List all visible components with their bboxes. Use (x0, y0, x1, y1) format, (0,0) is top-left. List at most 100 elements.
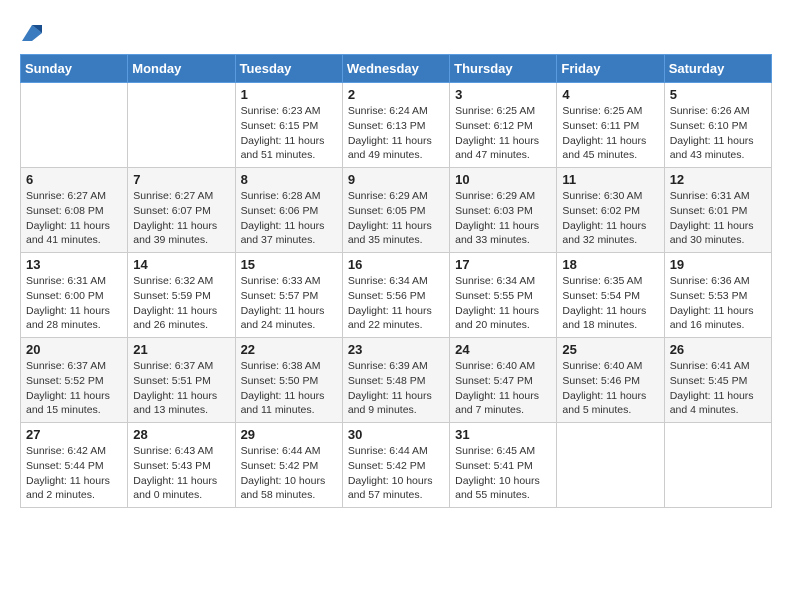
day-info: Sunrise: 6:39 AM Sunset: 5:48 PM Dayligh… (348, 359, 444, 418)
day-number: 28 (133, 427, 229, 442)
day-info: Sunrise: 6:36 AM Sunset: 5:53 PM Dayligh… (670, 274, 766, 333)
calendar-header-row: SundayMondayTuesdayWednesdayThursdayFrid… (21, 55, 772, 83)
day-number: 9 (348, 172, 444, 187)
calendar-cell: 3 Sunrise: 6:25 AM Sunset: 6:12 PM Daylig… (450, 83, 557, 168)
day-info: Sunrise: 6:40 AM Sunset: 5:47 PM Dayligh… (455, 359, 551, 418)
calendar-cell: 13Sunrise: 6:31 AM Sunset: 6:00 PM Dayli… (21, 253, 128, 338)
day-number: 12 (670, 172, 766, 187)
day-info: Sunrise: 6:41 AM Sunset: 5:45 PM Dayligh… (670, 359, 766, 418)
calendar-week-row: 20 Sunrise: 6:37 AM Sunset: 5:52 PM Dayli… (21, 338, 772, 423)
calendar-cell: 2Sunrise: 6:24 AM Sunset: 6:13 PM Daylig… (342, 83, 449, 168)
calendar-day-header: Monday (128, 55, 235, 83)
day-info: Sunrise: 6:25 AM Sunset: 6:11 PM Dayligh… (562, 104, 658, 163)
day-info: Sunrise: 6:27 AM Sunset: 6:07 PM Dayligh… (133, 189, 229, 248)
calendar-cell: 12 Sunrise: 6:31 AM Sunset: 6:01 PM Dayli… (664, 168, 771, 253)
day-number: 30 (348, 427, 444, 442)
calendar-cell: 18 Sunrise: 6:35 AM Sunset: 5:54 PM Dayli… (557, 253, 664, 338)
day-info: Sunrise: 6:44 AM Sunset: 5:42 PM Dayligh… (348, 444, 444, 503)
day-info: Sunrise: 6:42 AM Sunset: 5:44 PM Dayligh… (26, 444, 122, 503)
calendar-cell: 10 Sunrise: 6:29 AM Sunset: 6:03 PM Dayli… (450, 168, 557, 253)
logo-text (20, 20, 42, 44)
calendar-week-row: 1 Sunrise: 6:23 AM Sunset: 6:15 PM Daylig… (21, 83, 772, 168)
calendar-cell: 17 Sunrise: 6:34 AM Sunset: 5:55 PM Dayli… (450, 253, 557, 338)
day-info: Sunrise: 6:34 AM Sunset: 5:56 PM Dayligh… (348, 274, 444, 333)
calendar-cell: 8 Sunrise: 6:28 AM Sunset: 6:06 PM Daylig… (235, 168, 342, 253)
day-info: Sunrise: 6:23 AM Sunset: 6:15 PM Dayligh… (241, 104, 337, 163)
day-info: Sunrise: 6:26 AM Sunset: 6:10 PM Dayligh… (670, 104, 766, 163)
day-number: 6 (26, 172, 122, 187)
calendar-day-header: Sunday (21, 55, 128, 83)
calendar-cell: 30 Sunrise: 6:44 AM Sunset: 5:42 PM Dayli… (342, 423, 449, 508)
calendar-cell (128, 83, 235, 168)
day-number: 8 (241, 172, 337, 187)
calendar-cell: 4 Sunrise: 6:25 AM Sunset: 6:11 PM Daylig… (557, 83, 664, 168)
day-number: 31 (455, 427, 551, 442)
day-number: 5 (670, 87, 766, 102)
day-number: 27 (26, 427, 122, 442)
calendar-cell (557, 423, 664, 508)
day-number: 25 (562, 342, 658, 357)
calendar-cell: 24 Sunrise: 6:40 AM Sunset: 5:47 PM Dayli… (450, 338, 557, 423)
day-number: 18 (562, 257, 658, 272)
day-info: Sunrise: 6:37 AM Sunset: 5:51 PM Dayligh… (133, 359, 229, 418)
day-number: 14 (133, 257, 229, 272)
calendar-cell: 14 Sunrise: 6:32 AM Sunset: 5:59 PM Dayli… (128, 253, 235, 338)
calendar-cell: 1 Sunrise: 6:23 AM Sunset: 6:15 PM Daylig… (235, 83, 342, 168)
calendar-cell: 7 Sunrise: 6:27 AM Sunset: 6:07 PM Daylig… (128, 168, 235, 253)
logo (20, 20, 42, 44)
day-info: Sunrise: 6:37 AM Sunset: 5:52 PM Dayligh… (26, 359, 122, 418)
day-number: 10 (455, 172, 551, 187)
calendar-cell: 9Sunrise: 6:29 AM Sunset: 6:05 PM Daylig… (342, 168, 449, 253)
day-info: Sunrise: 6:45 AM Sunset: 5:41 PM Dayligh… (455, 444, 551, 503)
day-number: 16 (348, 257, 444, 272)
calendar-week-row: 13Sunrise: 6:31 AM Sunset: 6:00 PM Dayli… (21, 253, 772, 338)
day-info: Sunrise: 6:28 AM Sunset: 6:06 PM Dayligh… (241, 189, 337, 248)
day-info: Sunrise: 6:34 AM Sunset: 5:55 PM Dayligh… (455, 274, 551, 333)
page-header (20, 20, 772, 44)
calendar-cell: 5 Sunrise: 6:26 AM Sunset: 6:10 PM Daylig… (664, 83, 771, 168)
day-info: Sunrise: 6:32 AM Sunset: 5:59 PM Dayligh… (133, 274, 229, 333)
day-info: Sunrise: 6:29 AM Sunset: 6:03 PM Dayligh… (455, 189, 551, 248)
day-number: 20 (26, 342, 122, 357)
calendar-cell: 23Sunrise: 6:39 AM Sunset: 5:48 PM Dayli… (342, 338, 449, 423)
day-number: 22 (241, 342, 337, 357)
day-number: 7 (133, 172, 229, 187)
day-info: Sunrise: 6:27 AM Sunset: 6:08 PM Dayligh… (26, 189, 122, 248)
day-info: Sunrise: 6:43 AM Sunset: 5:43 PM Dayligh… (133, 444, 229, 503)
calendar-cell: 27 Sunrise: 6:42 AM Sunset: 5:44 PM Dayli… (21, 423, 128, 508)
calendar-cell: 19 Sunrise: 6:36 AM Sunset: 5:53 PM Dayli… (664, 253, 771, 338)
calendar-table: SundayMondayTuesdayWednesdayThursdayFrid… (20, 54, 772, 508)
calendar-day-header: Friday (557, 55, 664, 83)
day-number: 13 (26, 257, 122, 272)
calendar-body: 1 Sunrise: 6:23 AM Sunset: 6:15 PM Daylig… (21, 83, 772, 508)
logo-icon (22, 25, 42, 41)
day-info: Sunrise: 6:38 AM Sunset: 5:50 PM Dayligh… (241, 359, 337, 418)
calendar-cell: 15 Sunrise: 6:33 AM Sunset: 5:57 PM Dayli… (235, 253, 342, 338)
calendar-week-row: 27 Sunrise: 6:42 AM Sunset: 5:44 PM Dayli… (21, 423, 772, 508)
calendar-cell: 25Sunrise: 6:40 AM Sunset: 5:46 PM Dayli… (557, 338, 664, 423)
calendar-day-header: Wednesday (342, 55, 449, 83)
day-number: 24 (455, 342, 551, 357)
calendar-cell (664, 423, 771, 508)
day-info: Sunrise: 6:31 AM Sunset: 6:01 PM Dayligh… (670, 189, 766, 248)
day-number: 4 (562, 87, 658, 102)
calendar-day-header: Saturday (664, 55, 771, 83)
calendar-day-header: Thursday (450, 55, 557, 83)
day-number: 11 (562, 172, 658, 187)
calendar-cell: 26 Sunrise: 6:41 AM Sunset: 5:45 PM Dayli… (664, 338, 771, 423)
calendar-cell: 28 Sunrise: 6:43 AM Sunset: 5:43 PM Dayli… (128, 423, 235, 508)
day-number: 3 (455, 87, 551, 102)
calendar-day-header: Tuesday (235, 55, 342, 83)
day-number: 17 (455, 257, 551, 272)
day-info: Sunrise: 6:35 AM Sunset: 5:54 PM Dayligh… (562, 274, 658, 333)
day-info: Sunrise: 6:33 AM Sunset: 5:57 PM Dayligh… (241, 274, 337, 333)
calendar-cell: 20 Sunrise: 6:37 AM Sunset: 5:52 PM Dayli… (21, 338, 128, 423)
day-number: 29 (241, 427, 337, 442)
day-number: 19 (670, 257, 766, 272)
day-info: Sunrise: 6:44 AM Sunset: 5:42 PM Dayligh… (241, 444, 337, 503)
day-info: Sunrise: 6:25 AM Sunset: 6:12 PM Dayligh… (455, 104, 551, 163)
day-number: 15 (241, 257, 337, 272)
day-number: 26 (670, 342, 766, 357)
day-number: 1 (241, 87, 337, 102)
day-number: 21 (133, 342, 229, 357)
